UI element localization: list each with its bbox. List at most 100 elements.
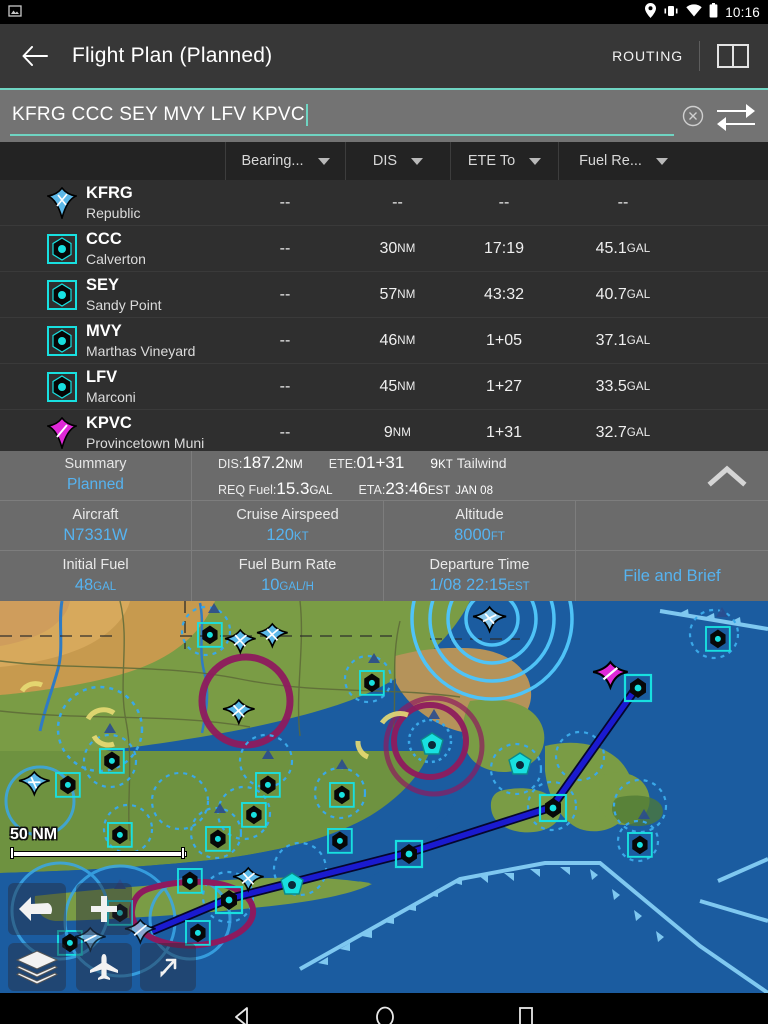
waypoint-name: Marthas Vineyard [86,342,196,359]
summary-field-departure-time[interactable]: Departure Time 1/08 22:15EST [384,551,576,601]
column-header-dis[interactable]: DIS [345,142,450,180]
summary-field-altitude[interactable]: Altitude 8000FT [384,501,576,550]
summary-req-fuel: REQ Fuel: 15.3 GAL [218,476,332,502]
waypoint-ident: KPVC [86,414,132,433]
summary-status-cell[interactable]: Summary Planned [0,451,192,500]
summary-dis-key: DIS: [218,457,243,471]
summary-wind-value: 9 [430,455,439,471]
summary-dis-value: 187.2 [242,453,285,472]
map-layers-button[interactable] [8,943,66,991]
cell-bearing: -- [279,423,291,441]
column-header-fuel-label: Fuel Re... [579,153,642,169]
summary-field-cruise-airspeed[interactable]: Cruise Airspeed 120KT [192,501,384,550]
summary-eta-date: JAN 08 [455,484,493,497]
table-row[interactable]: MVY Marthas Vineyard -- 46 NM 1+05 37.1 GA… [0,318,768,364]
clear-circle-icon[interactable] [678,101,708,131]
cell-ete: 1+27 [485,377,523,395]
summary-eta-value: 23:46 [385,478,428,498]
waypoint-name: Marconi [86,388,136,405]
waypoint-names: MVY Marthas Vineyard [86,321,225,360]
book-icon[interactable] [716,42,750,70]
map-aircraft-button[interactable] [76,943,132,991]
cell-dis-unit: NM [397,380,416,393]
summary-field-value: 10GAL/H [261,576,314,594]
table-row[interactable]: CCC Calverton -- 30 NM 17:19 45.1 GAL [0,226,768,272]
cell-fuel: 32.7 GAL [558,424,688,442]
summary-field-value: 48GAL [74,576,117,594]
status-bar-right: 10:16 [645,3,760,21]
waypoint-name: Provincetown Muni [86,434,205,451]
swap-arrows-icon[interactable] [714,99,758,133]
cell-bearing: -- [279,239,291,257]
map-add-button[interactable] [76,883,132,935]
app-bar: Flight Plan (Planned) ROUTING [0,24,768,88]
column-header-ete[interactable]: ETE To [450,142,558,180]
wifi-icon [686,4,702,20]
cell-dis: 30 NM [345,240,450,258]
cell-ete: -- [498,193,510,211]
nav-back-icon[interactable] [232,1006,254,1024]
cell-fuel: 40.7 GAL [558,286,688,304]
cell-fuel-value: 40.7 [595,285,627,303]
table-row[interactable]: LFV Marconi -- 45 NM 1+27 33.5 GAL [0,364,768,410]
waypoint-names: KFRG Republic [86,183,225,222]
summary-field-aircraft[interactable]: Aircraft N7331W [0,501,192,550]
summary-field-fuel-burn-rate[interactable]: Fuel Burn Rate 10GAL/H [192,551,384,601]
routing-button[interactable]: ROUTING [612,48,683,64]
waypoint-ident: MVY [86,322,122,341]
map-scale-bar: 50 NM [10,826,187,859]
map-view[interactable]: KBAF PUT PWL IGN KSWF HFD ORW GON PVD FM… [0,601,768,993]
cell-fuel-unit: GAL [626,242,651,255]
summary-panel: Summary Planned DIS: 187.2 NM ETE: 01+31 9K… [0,451,768,601]
page-title: Flight Plan (Planned) [72,44,273,67]
cell-fuel-value: 45.1 [595,239,627,257]
map-pan-arrow-button[interactable] [140,943,196,991]
summary-field-value: 120KT [266,525,309,544]
cell-fuel-value: 33.5 [595,377,627,395]
search-input-value: KFRG CCC SEY MVY LFV KPVC [12,104,305,125]
cell-fuel-value: 37.1 [595,331,627,349]
nav-recents-icon[interactable] [516,1006,536,1024]
column-header-fuel[interactable]: Fuel Re... [558,142,688,180]
chevron-down-icon [411,157,424,165]
cell-dis: -- [345,194,450,212]
android-nav-bar [0,993,768,1024]
nav-home-icon[interactable] [374,1005,396,1024]
chevron-down-icon [655,157,668,165]
airport-symbol-magenta-icon [38,416,86,449]
cell-fuel-unit: GAL [626,380,651,393]
column-header-bearing[interactable]: Bearing... [225,142,345,180]
table-row[interactable]: SEY Sandy Point -- 57 NM 43:32 40.7 GAL [0,272,768,318]
file-and-brief-button[interactable]: File and Brief [576,551,768,601]
back-arrow-icon[interactable] [18,39,52,73]
waypoint-names: KPVC Provincetown Muni [86,413,225,452]
summary-eta-unit: EST [427,484,451,497]
vor-symbol-cyan-icon [38,371,86,402]
map-scale-cap-left [10,847,14,859]
summary-field-initial-fuel[interactable]: Initial Fuel 48GAL [0,551,192,601]
cell-bearing: -- [279,377,291,395]
summary-field-value: N7331W [63,525,128,544]
summary-field-value: 8000FT [454,525,505,544]
map-back-button[interactable] [8,883,66,935]
vor-symbol-cyan-icon [38,279,86,310]
waypoint-ident: CCC [86,230,122,249]
cell-fuel: 33.5 GAL [558,378,688,396]
summary-field-label: Altitude [455,506,504,523]
vor-symbol-cyan-icon [38,233,86,264]
summary-dis: DIS: 187.2 NM [218,450,303,476]
waypoint-names: LFV Marconi [86,367,225,406]
search-input[interactable]: KFRG CCC SEY MVY LFV KPVC [10,96,674,136]
table-row[interactable]: KFRG Republic -- -- -- -- [0,180,768,226]
cell-ete: 1+31 [485,423,523,441]
chevron-up-icon[interactable] [704,463,750,489]
map-scale-line [10,847,187,859]
image-icon [8,4,22,21]
status-bar-clock: 10:16 [725,4,760,20]
summary-row-aircraft: Aircraft N7331W Cruise Airspeed 120KT Al… [0,501,768,551]
waypoint-ident: LFV [86,368,118,387]
column-header-dis-label: DIS [372,153,398,169]
cell-bearing: -- [279,285,291,303]
summary-field-value: 1/08 22:15EST [429,576,530,594]
summary-dis-unit: NM [284,459,303,471]
